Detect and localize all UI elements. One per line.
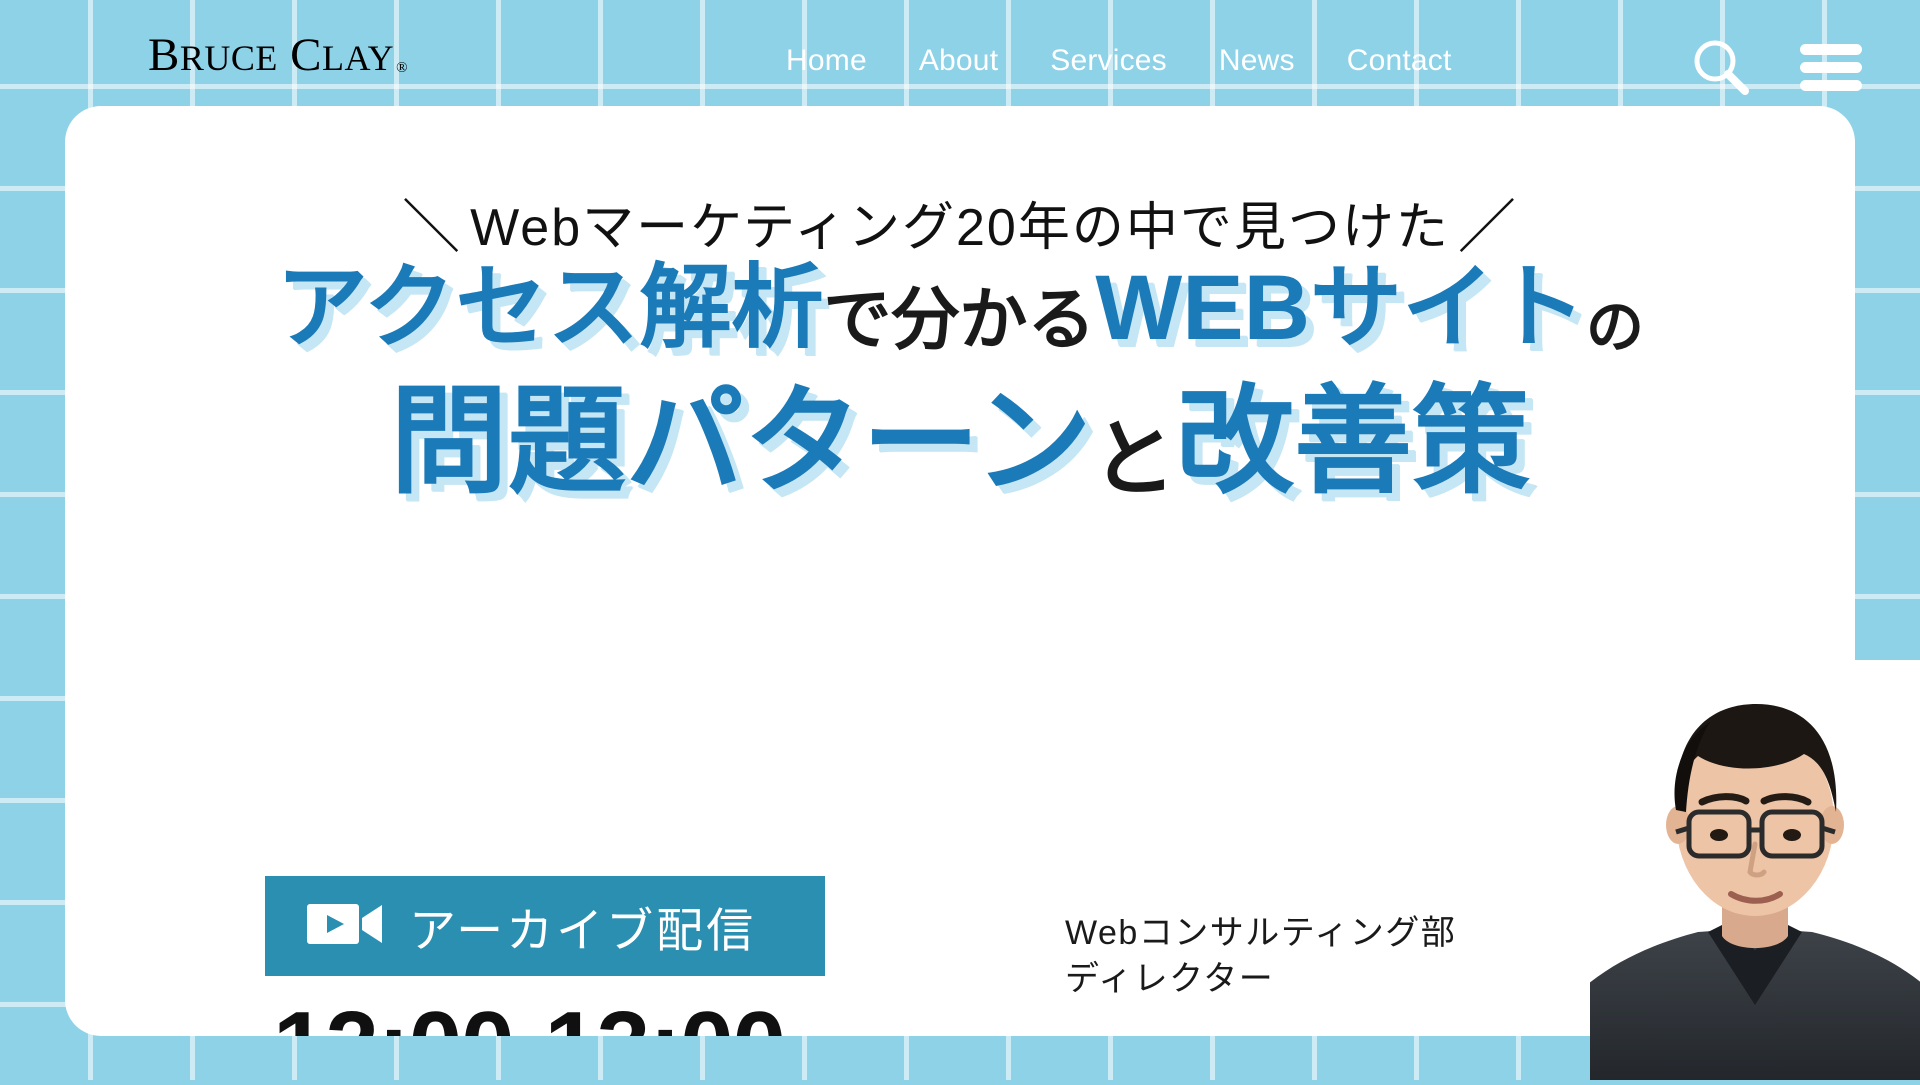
subtitle-text: Webマーケティング20年の中で見つけた — [470, 199, 1450, 257]
headline-seg-improvement: 改善策 — [1176, 376, 1531, 509]
nav-item-home[interactable]: Home — [760, 44, 893, 78]
nav-item-news[interactable]: News — [1193, 44, 1321, 78]
speaker-info: Webコンサルティング部 ディレクター 橋本 昇平 — [1065, 911, 1456, 1036]
headline-seg-dewakaru: で分かる — [823, 282, 1096, 358]
bruce-clay-logo[interactable]: BRUCE CLAY ® — [148, 32, 408, 79]
headline-line-1: アクセス解析で分かるWEBサイトの — [65, 256, 1855, 361]
headline-seg-no: の — [1586, 295, 1645, 360]
nav-item-services[interactable]: Services — [1024, 44, 1193, 78]
header-icon-group — [1690, 36, 1864, 103]
headline-seg-to: と — [1092, 412, 1177, 507]
logo-text-ruce: RUCE — [179, 38, 278, 78]
headline-line-2: 問題パターンと改善策 — [65, 375, 1855, 510]
hero-card: ＼ Webマーケティング20年の中で見つけた／ アクセス解析で分かるWEBサイトの… — [65, 106, 1855, 1036]
headline-seg-problem-pattern: 問題パターン — [389, 376, 1093, 509]
hamburger-menu-icon[interactable] — [1798, 42, 1864, 97]
subtitle-slash-left: ＼ — [402, 195, 463, 260]
headline-seg-website: WEBサイト — [1095, 257, 1587, 359]
subtitle-slash-right: ／ — [1457, 195, 1518, 260]
site-header: BRUCE CLAY ® Home About Services News Con… — [0, 0, 1920, 112]
registered-trademark-icon: ® — [396, 60, 409, 76]
webinar-time: 12:00-13:00 — [273, 991, 786, 1036]
speaker-name: 橋本 昇平 — [1065, 1031, 1456, 1036]
logo-letter-b: B — [148, 29, 180, 81]
main-navigation: Home About Services News Contact — [760, 44, 1478, 78]
speaker-role-line-1: Webコンサルティング部 — [1065, 914, 1457, 952]
nav-item-about[interactable]: About — [893, 44, 1024, 78]
logo-letter-c: C — [290, 29, 322, 81]
speaker-role-line-2: ディレクター — [1065, 959, 1275, 998]
headline-seg-access-analysis: アクセス解析 — [275, 257, 824, 359]
hero-headline: アクセス解析で分かるWEBサイトの 問題パターンと改善策 — [65, 256, 1855, 510]
nav-item-contact[interactable]: Contact — [1321, 44, 1478, 78]
hero-subtitle: ＼ Webマーケティング20年の中で見つけた／ — [65, 178, 1855, 262]
speaker-portrait — [1590, 660, 1920, 1080]
archive-delivery-badge: アーカイブ配信 — [265, 876, 825, 976]
archive-badge-label: アーカイブ配信 — [409, 903, 757, 957]
logo-text-lay: LAY — [321, 38, 395, 78]
video-camera-icon — [307, 898, 383, 955]
search-icon[interactable] — [1690, 36, 1752, 103]
